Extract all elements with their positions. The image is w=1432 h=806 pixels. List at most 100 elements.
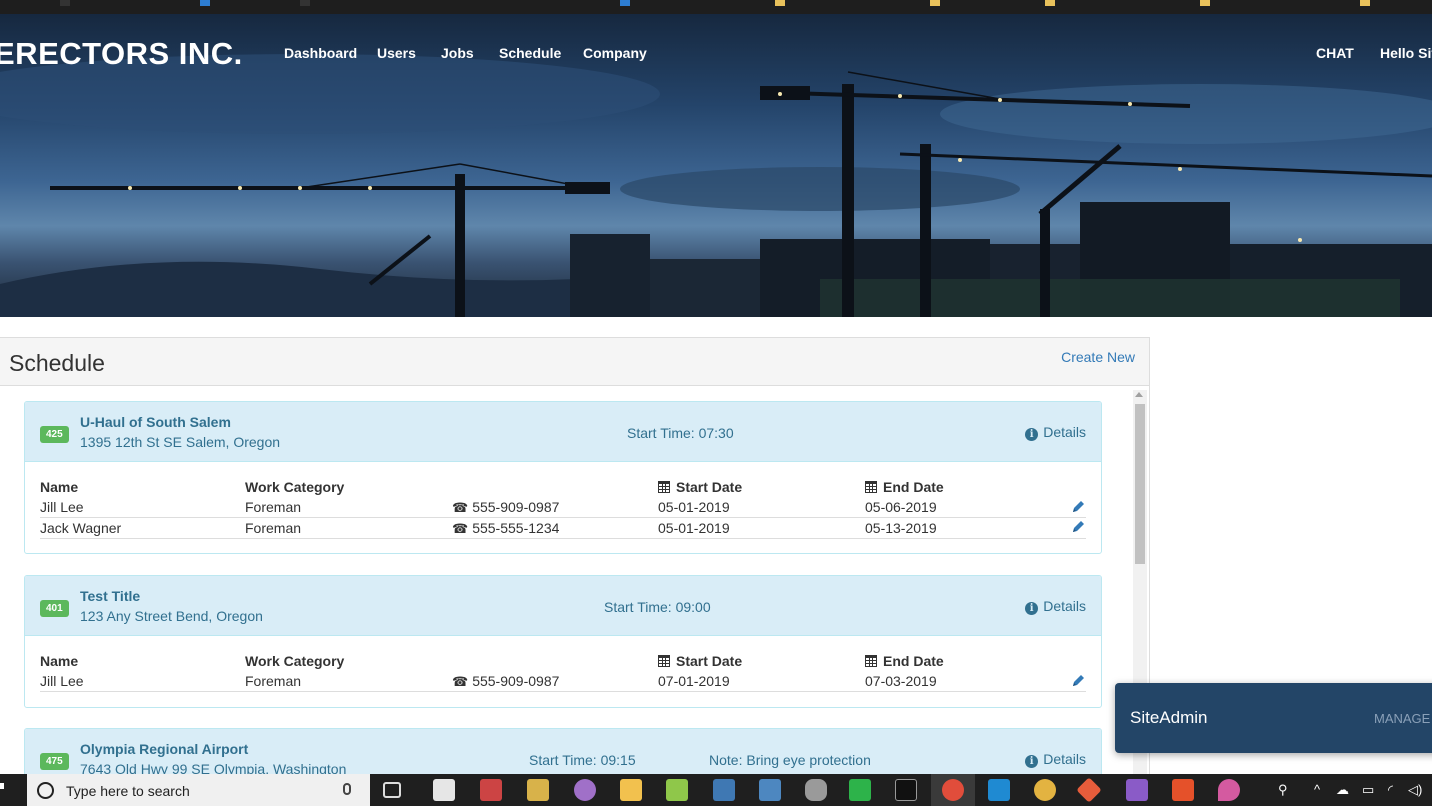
col-header-start-date-label: Start Date — [676, 653, 743, 669]
database-icon[interactable] — [805, 779, 827, 801]
phone-icon: ☎ — [452, 674, 469, 689]
git-icon[interactable] — [1076, 777, 1102, 803]
cell-start-date: 05-01-2019 — [658, 520, 730, 536]
job-card-header: 475 Olympia Regional Airport 7643 Old Hw… — [25, 729, 1101, 777]
nav-users[interactable]: Users — [377, 45, 416, 61]
job-card-header: 425 U-Haul of South Salem 1395 12th St S… — [25, 402, 1101, 462]
row-divider — [40, 517, 1086, 518]
details-link[interactable]: i Details — [1025, 598, 1086, 615]
cell-end-date: 05-13-2019 — [865, 520, 937, 536]
col-header-name: Name — [40, 479, 79, 495]
python-alt-icon[interactable] — [759, 779, 781, 801]
battery-icon[interactable]: ▭ — [1362, 782, 1374, 798]
scrollbar-thumb[interactable] — [1135, 404, 1145, 564]
cell-end-date: 05-06-2019 — [865, 499, 937, 515]
chrome-icon[interactable] — [942, 779, 964, 801]
chat-widget[interactable]: SiteAdmin MANAGE — [1115, 683, 1432, 753]
cell-name: Jill Lee — [40, 673, 84, 689]
nav-chat[interactable]: CHAT — [1316, 45, 1354, 61]
edit-pencil-icon[interactable] — [1071, 673, 1086, 688]
task-view-icon[interactable] — [383, 782, 401, 798]
microphone-icon[interactable] — [343, 783, 351, 795]
nav-schedule[interactable]: Schedule — [499, 45, 561, 61]
volume-icon[interactable]: ◁) — [1408, 782, 1422, 798]
create-new-link[interactable]: Create New — [1061, 349, 1135, 365]
row-divider — [40, 691, 1086, 692]
job-number-badge: 401 — [40, 600, 69, 617]
job-start-time: Start Time: 09:00 — [604, 599, 711, 615]
file-explorer-icon[interactable] — [620, 779, 642, 801]
nav-dashboard[interactable]: Dashboard — [284, 45, 357, 61]
col-header-work-category: Work Category — [245, 653, 345, 669]
schedule-panel: Schedule Create New 425 U-Haul of South … — [0, 337, 1150, 777]
job-card-header: 401 Test Title 123 Any Street Bend, Oreg… — [25, 576, 1101, 636]
calculator-icon[interactable] — [433, 779, 455, 801]
cell-end-date: 07-03-2019 — [865, 673, 937, 689]
calendar-icon — [865, 655, 877, 667]
details-link[interactable]: i Details — [1025, 424, 1086, 441]
office-icon[interactable] — [1172, 779, 1194, 801]
snipping-tool-icon[interactable] — [480, 779, 502, 801]
col-header-start-date: Start Date — [658, 479, 742, 495]
cell-name: Jack Wagner — [40, 520, 122, 536]
info-icon: i — [1025, 602, 1039, 615]
chat-manage-link[interactable]: MANAGE — [1374, 711, 1430, 726]
job-number-badge: 475 — [40, 753, 69, 770]
pycharm-icon[interactable] — [849, 779, 871, 801]
details-link[interactable]: i Details — [1025, 751, 1086, 768]
cell-start-date: 05-01-2019 — [658, 499, 730, 515]
windows-start-button[interactable] — [0, 774, 26, 806]
panel-header: Schedule Create New — [0, 338, 1149, 386]
calendar-icon — [658, 655, 670, 667]
nav-user-greeting[interactable]: Hello Site — [1380, 45, 1432, 61]
job-card: 425 U-Haul of South Salem 1395 12th St S… — [24, 401, 1102, 554]
maps-pin-icon[interactable] — [1218, 779, 1240, 801]
job-start-time: Start Time: 07:30 — [627, 425, 734, 441]
cell-phone: ☎ 555-555-1234 — [452, 520, 559, 537]
slack-icon[interactable] — [1034, 779, 1056, 801]
nav-company[interactable]: Company — [583, 45, 647, 61]
github-icon[interactable] — [574, 779, 596, 801]
cell-category: Foreman — [245, 673, 302, 689]
visual-studio-icon[interactable] — [1126, 779, 1148, 801]
cell-phone-number: 555-555-1234 — [472, 520, 560, 536]
nav-jobs[interactable]: Jobs — [441, 45, 474, 61]
job-title-link[interactable]: Test Title — [80, 588, 140, 604]
job-address: 1395 12th St SE Salem, Oregon — [80, 434, 281, 450]
chevron-up-icon[interactable]: ^ — [1314, 782, 1320, 797]
notepad-plus-icon[interactable] — [666, 779, 688, 801]
bookmarks-bar — [0, 0, 1432, 14]
terminal-icon[interactable] — [895, 779, 917, 801]
onedrive-icon[interactable]: ☁ — [1336, 782, 1349, 798]
col-header-start-date-label: Start Date — [676, 479, 743, 495]
info-icon: i — [1025, 428, 1039, 441]
job-card: 475 Olympia Regional Airport 7643 Old Hw… — [24, 728, 1102, 777]
brand-logo[interactable]: ERECTORS INC. — [0, 36, 243, 72]
details-label: Details — [1043, 424, 1086, 440]
dev-tool-icon[interactable] — [527, 779, 549, 801]
scroll-up-arrow-icon[interactable] — [1135, 392, 1143, 397]
cell-phone: ☎ 555-909-0987 — [452, 673, 559, 690]
cell-phone: ☎ 555-909-0987 — [452, 499, 559, 516]
col-header-start-date: Start Date — [658, 653, 742, 669]
job-title-link[interactable]: Olympia Regional Airport — [80, 741, 248, 757]
windows-taskbar: Type here to search ⚲ ^ ☁ ▭ ◜ ◁) — [0, 774, 1432, 806]
wifi-icon[interactable]: ◜ — [1388, 782, 1393, 798]
cell-category: Foreman — [245, 499, 302, 515]
taskbar-search-placeholder: Type here to search — [66, 783, 190, 799]
vscode-icon[interactable] — [988, 779, 1010, 801]
info-icon: i — [1025, 755, 1039, 768]
job-title-link[interactable]: U-Haul of South Salem — [80, 414, 231, 430]
col-header-end-date-label: End Date — [883, 479, 944, 495]
col-header-end-date-label: End Date — [883, 653, 944, 669]
people-icon[interactable]: ⚲ — [1278, 782, 1288, 798]
taskbar-search-box[interactable]: Type here to search — [27, 774, 370, 806]
chat-username: SiteAdmin — [1130, 708, 1208, 727]
cell-phone-number: 555-909-0987 — [472, 499, 560, 515]
python-icon[interactable] — [713, 779, 735, 801]
job-number-badge: 425 — [40, 426, 69, 443]
details-label: Details — [1043, 751, 1086, 767]
edit-pencil-icon[interactable] — [1071, 499, 1086, 514]
edit-pencil-icon[interactable] — [1071, 519, 1086, 534]
job-card: 401 Test Title 123 Any Street Bend, Oreg… — [24, 575, 1102, 708]
